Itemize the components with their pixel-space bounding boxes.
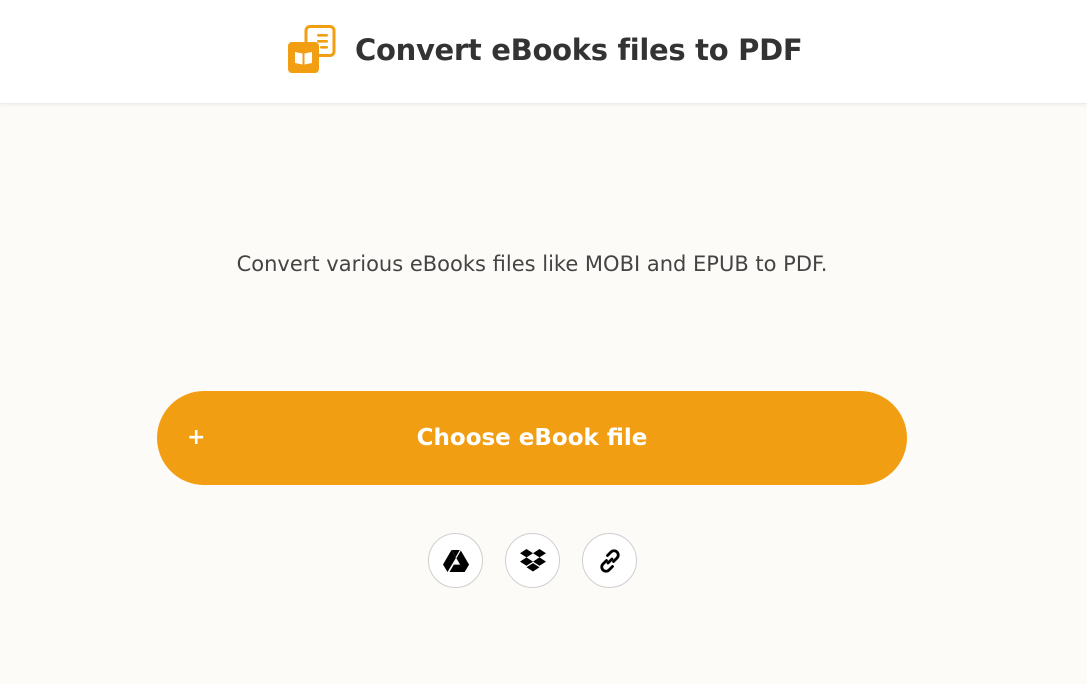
page-header: Convert eBooks files to PDF bbox=[0, 0, 1087, 104]
page-subtitle: Convert various eBooks files like MOBI a… bbox=[236, 252, 828, 276]
google-drive-button[interactable] bbox=[428, 533, 483, 588]
ebook-to-pdf-icon bbox=[287, 25, 337, 75]
page-title: Convert eBooks files to PDF bbox=[355, 33, 803, 67]
dropbox-button[interactable] bbox=[505, 533, 560, 588]
link-icon bbox=[599, 548, 620, 573]
url-link-button[interactable] bbox=[582, 533, 637, 588]
choose-file-button[interactable]: + Choose eBook file bbox=[157, 391, 907, 485]
file-source-options bbox=[428, 533, 637, 588]
choose-file-label: Choose eBook file bbox=[416, 425, 648, 451]
main-content: Convert various eBooks files like MOBI a… bbox=[0, 105, 1087, 684]
dropbox-icon bbox=[519, 548, 546, 571]
header-brand: Convert eBooks files to PDF bbox=[287, 24, 803, 76]
google-drive-icon bbox=[442, 549, 469, 572]
